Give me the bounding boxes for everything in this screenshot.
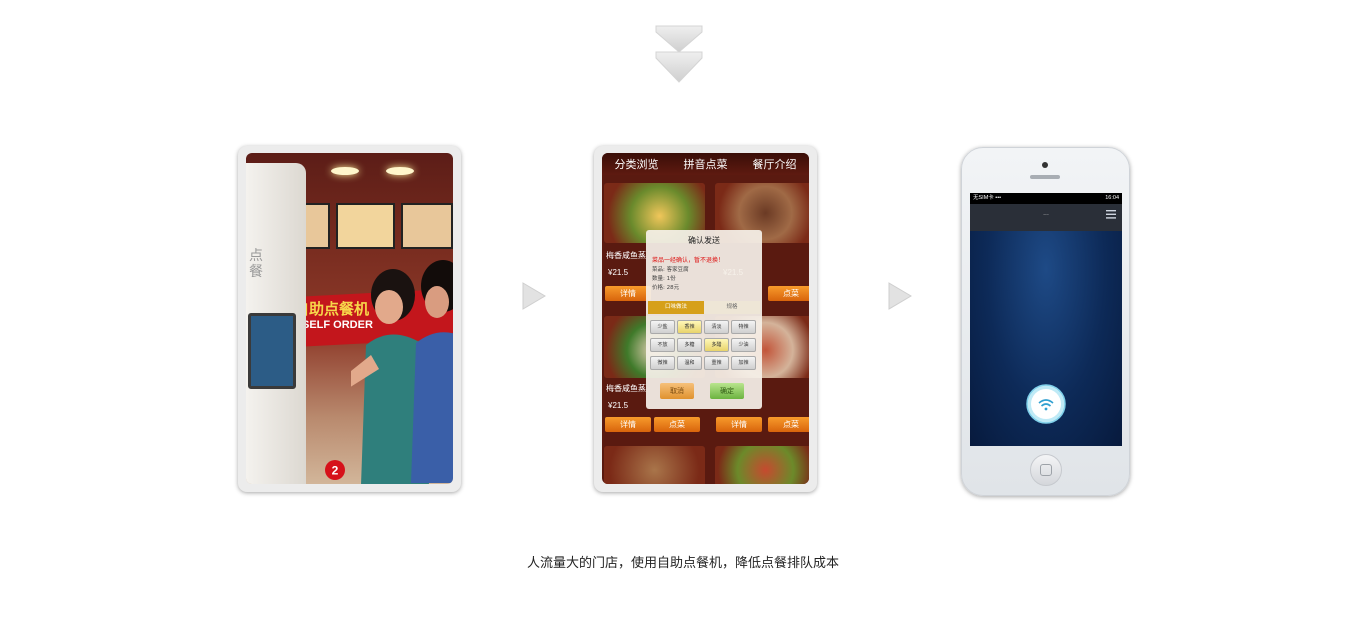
order-button[interactable]: 点菜 [768, 286, 809, 301]
wifi-signal-icon[interactable] [1026, 384, 1066, 424]
phone-screen: 无SIM卡 ••• 16:04 ... [970, 193, 1122, 446]
option-chip[interactable]: 少油 [731, 338, 756, 352]
status-bar: 无SIM卡 ••• 16:04 [970, 193, 1122, 204]
dish-name: 梅香咸鱼蒸 [606, 384, 646, 393]
kiosk-screen [248, 313, 296, 389]
step-badge: 2 [325, 460, 345, 480]
detail-button[interactable]: 详情 [605, 417, 651, 432]
confirm-dialog: 确认发送 菜品一经确认，暂不退换！ 菜品: 客家豆腐 数量: 1份 价格: 28… [646, 230, 762, 409]
option-chip[interactable]: 清淡 [704, 320, 729, 334]
tablet-frame: 分类浏览 拼音点菜 餐厅介绍 梅香咸鱼蒸 ¥21.5 ¥21.5 详情 点菜 梅… [594, 146, 817, 492]
option-chip[interactable]: 香辣 [677, 320, 702, 334]
option-chip[interactable]: 微辣 [650, 356, 675, 370]
dialog-tabs: 口味做法 规格 [648, 301, 760, 314]
option-chip[interactable]: 特辣 [731, 320, 756, 334]
order-button[interactable]: 点菜 [654, 417, 700, 432]
option-chip[interactable]: 温和 [677, 356, 702, 370]
triangle-right-icon [522, 282, 546, 310]
tab-restaurant[interactable]: 餐厅介绍 [740, 156, 809, 172]
tab-spec[interactable]: 规格 [704, 301, 760, 314]
carrier-label: 无SIM卡 ••• [973, 195, 1002, 201]
option-chip[interactable]: 少盐 [650, 320, 675, 334]
phone-camera [1042, 162, 1048, 168]
list-menu-icon[interactable] [1106, 210, 1116, 219]
clock: 16:04 [1105, 195, 1119, 201]
kiosk-photo-frame: 自助点餐机 SELF ORDER 点餐 2 [238, 146, 461, 492]
dish-price: ¥21.5 [608, 268, 629, 277]
dish-image[interactable] [604, 446, 705, 484]
kiosk-side-label: 点餐 [249, 248, 263, 280]
menu-board [401, 203, 453, 249]
dialog-warning: 菜品一经确认，暂不退换！ [652, 257, 725, 264]
customer-figure [411, 260, 453, 483]
tab-category[interactable]: 分类浏览 [602, 156, 671, 172]
option-chip[interactable]: 不放 [650, 338, 675, 352]
option-chip[interactable]: 加辣 [731, 356, 756, 370]
home-button[interactable] [1030, 454, 1062, 486]
tablet-nav: 分类浏览 拼音点菜 餐厅介绍 [602, 153, 809, 175]
dialog-qty: 数量: 1份 [652, 276, 676, 282]
triangle-right-icon [888, 282, 912, 310]
cancel-button[interactable]: 取消 [660, 383, 694, 399]
tablet-screen: 分类浏览 拼音点菜 餐厅介绍 梅香咸鱼蒸 ¥21.5 ¥21.5 详情 点菜 梅… [602, 153, 809, 484]
tab-pinyin[interactable]: 拼音点菜 [671, 156, 740, 172]
menu-board [336, 203, 395, 249]
svg-text:2: 2 [332, 464, 339, 478]
dish-price: ¥21.5 [608, 401, 629, 410]
smartphone: 无SIM卡 ••• 16:04 ... [961, 147, 1130, 496]
detail-button[interactable]: 详情 [605, 286, 651, 301]
dialog-title: 确认发送 [688, 236, 720, 245]
app-top-bar: ... [970, 204, 1122, 231]
app-title: ... [1043, 210, 1049, 217]
kiosk-photo: 自助点餐机 SELF ORDER 点餐 2 [246, 153, 453, 484]
option-chip[interactable]: 多糖 [677, 338, 702, 352]
dish-image[interactable] [715, 446, 809, 484]
tab-flavor[interactable]: 口味做法 [648, 301, 704, 314]
confirm-button[interactable]: 确定 [710, 383, 744, 399]
option-chip[interactable]: 多醋 [704, 338, 729, 352]
order-button[interactable]: 点菜 [768, 417, 809, 432]
caption: 人流量大的门店，使用自助点餐机，降低点餐排队成本 [526, 556, 839, 571]
dish-name: 梅香咸鱼蒸 [606, 251, 646, 260]
dialog-price: 价格: 28元 [652, 285, 680, 291]
phone-speaker [1030, 175, 1060, 179]
option-chip[interactable]: 重辣 [704, 356, 729, 370]
double-chevron-down-icon [655, 25, 703, 83]
detail-button[interactable]: 详情 [716, 417, 762, 432]
dialog-dish: 菜品: 客家豆腐 [652, 267, 689, 273]
